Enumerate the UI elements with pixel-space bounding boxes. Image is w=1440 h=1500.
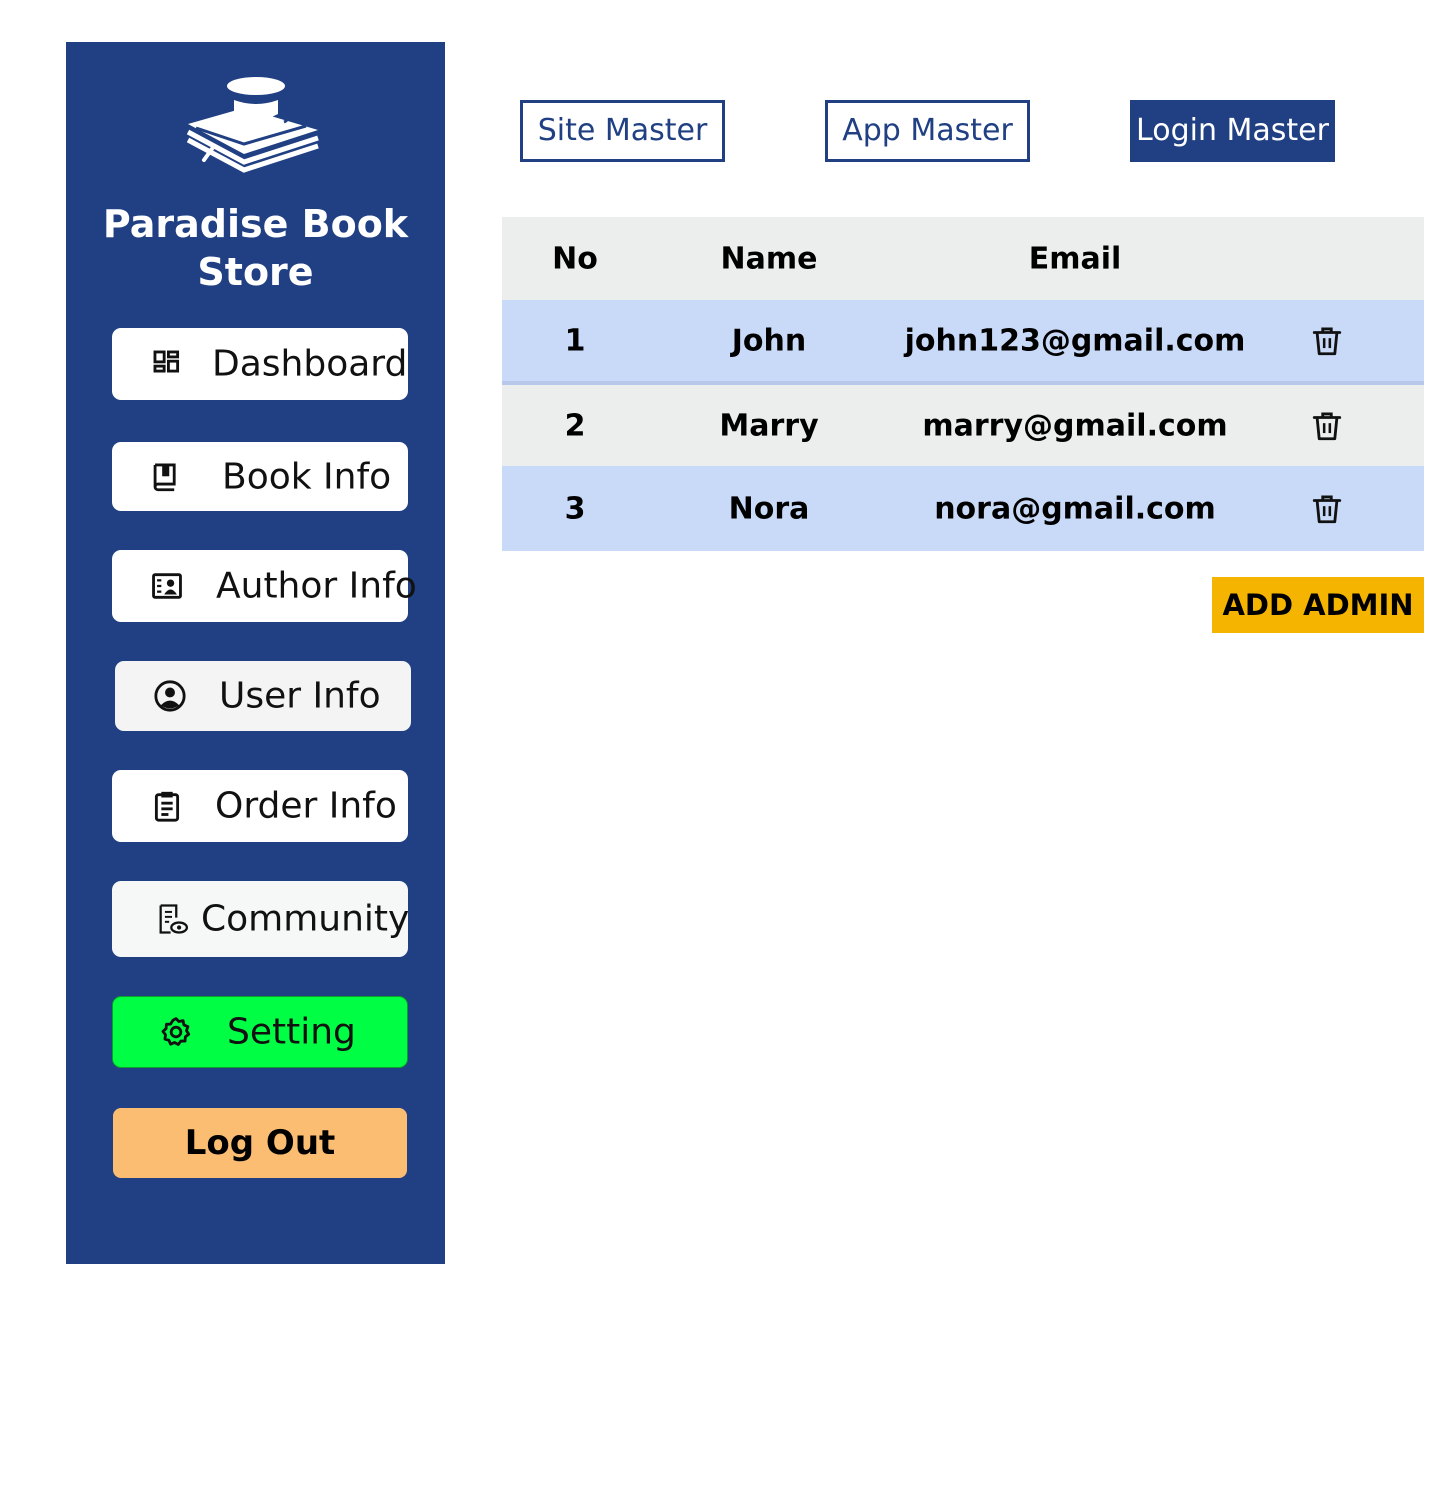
sidebar-item-author-info[interactable]: Author Info <box>112 550 417 622</box>
dashboard-grid-icon <box>150 347 184 381</box>
sidebar-item-label: Order Info <box>215 785 397 827</box>
row-name: Nora <box>728 491 810 526</box>
row-name: Marry <box>719 408 819 443</box>
table-row: 3 Nora nora@gmail.com <box>502 466 1424 551</box>
book-with-cup-icon <box>186 74 326 174</box>
sidebar-item-label: Author Info <box>216 565 417 607</box>
row-email: marry@gmail.com <box>922 408 1228 443</box>
sidebar-item-label: Dashboard <box>212 343 408 385</box>
row-name: John <box>731 323 807 358</box>
sidebar-item-community[interactable]: Community <box>112 881 410 957</box>
sidebar-item-dashboard[interactable]: Dashboard <box>112 328 408 400</box>
sidebar-item-label: Book Info <box>222 456 392 497</box>
document-view-icon <box>155 902 189 936</box>
tab-app-master[interactable]: App Master <box>825 100 1030 162</box>
brand-title: Paradise Book Store <box>102 202 409 294</box>
tab-login-master[interactable]: Login Master <box>1130 100 1335 162</box>
tab-site-master[interactable]: Site Master <box>520 100 725 162</box>
sidebar-item-label: Community <box>201 898 410 940</box>
sidebar: Paradise Book Store Dashboard Book Info … <box>66 42 445 1264</box>
trash-icon[interactable] <box>1310 409 1344 443</box>
trash-icon[interactable] <box>1310 492 1344 526</box>
sidebar-item-label: Setting <box>227 1011 356 1053</box>
logout-button[interactable]: Log Out <box>113 1108 407 1178</box>
author-card-icon <box>150 569 184 603</box>
sidebar-item-user-info[interactable]: User Info <box>115 661 411 731</box>
table-row: 2 Marry marry@gmail.com <box>502 385 1424 466</box>
trash-icon[interactable] <box>1310 324 1344 358</box>
column-header-no: No <box>552 241 598 276</box>
row-email: nora@gmail.com <box>934 491 1216 526</box>
table-row: 1 John john123@gmail.com <box>502 300 1424 385</box>
row-no: 1 <box>564 323 586 358</box>
user-circle-icon <box>153 679 187 713</box>
column-header-name: Name <box>720 241 818 276</box>
column-header-email: Email <box>1028 241 1122 276</box>
admin-table: No Name Email 1 John john123@gmail.com 2… <box>502 217 1424 551</box>
row-email: john123@gmail.com <box>904 323 1246 358</box>
add-admin-button[interactable]: ADD ADMIN <box>1212 577 1424 633</box>
sidebar-item-order-info[interactable]: Order Info <box>112 770 408 842</box>
row-no: 2 <box>564 408 586 443</box>
clipboard-list-icon <box>150 789 184 823</box>
sidebar-item-label: User Info <box>219 675 381 717</box>
book-icon <box>148 460 182 494</box>
sidebar-item-book-info[interactable]: Book Info <box>112 442 408 511</box>
table-header: No Name Email <box>502 217 1424 300</box>
sidebar-item-setting[interactable]: Setting <box>112 996 408 1068</box>
gear-icon <box>159 1015 193 1049</box>
row-no: 3 <box>564 491 586 526</box>
